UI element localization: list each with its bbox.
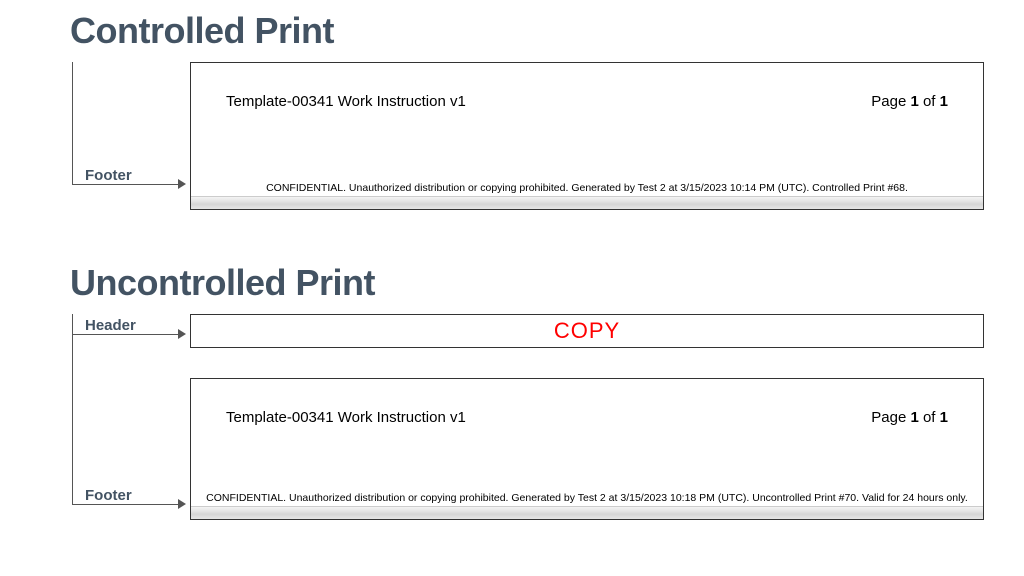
arrow-right-icon	[178, 499, 186, 509]
controlled-title: Controlled Print	[70, 10, 984, 52]
uncontrolled-confidential-text: CONFIDENTIAL. Unauthorized distribution …	[191, 488, 983, 506]
copy-watermark: COPY	[554, 318, 620, 344]
uncontrolled-footer-box: Template-00341 Work Instruction v1 Page …	[190, 378, 984, 520]
scrollbar-strip	[191, 506, 983, 519]
uncontrolled-bracket: Header Footer	[50, 314, 180, 524]
controlled-bracket: Footer	[50, 62, 180, 212]
uncontrolled-header-box: COPY	[190, 314, 984, 348]
controlled-section: Footer Template-00341 Work Instruction v…	[50, 62, 984, 212]
arrow-right-icon	[178, 179, 186, 189]
uncontrolled-doc-title: Template-00341 Work Instruction v1	[226, 409, 466, 426]
controlled-page-number: Page 1 of 1	[871, 93, 948, 110]
controlled-footer-label: Footer	[85, 167, 132, 184]
controlled-confidential-text: CONFIDENTIAL. Unauthorized distribution …	[191, 178, 983, 196]
uncontrolled-title: Uncontrolled Print	[70, 262, 984, 304]
controlled-footer-box: Template-00341 Work Instruction v1 Page …	[190, 62, 984, 210]
controlled-doc-title: Template-00341 Work Instruction v1	[226, 93, 466, 110]
uncontrolled-section: Header Footer COPY Template-00341 Work I…	[50, 314, 984, 524]
uncontrolled-footer-label: Footer	[85, 487, 132, 504]
uncontrolled-header-label: Header	[85, 317, 136, 334]
uncontrolled-page-number: Page 1 of 1	[871, 409, 948, 426]
arrow-right-icon	[178, 329, 186, 339]
scrollbar-strip	[191, 196, 983, 209]
